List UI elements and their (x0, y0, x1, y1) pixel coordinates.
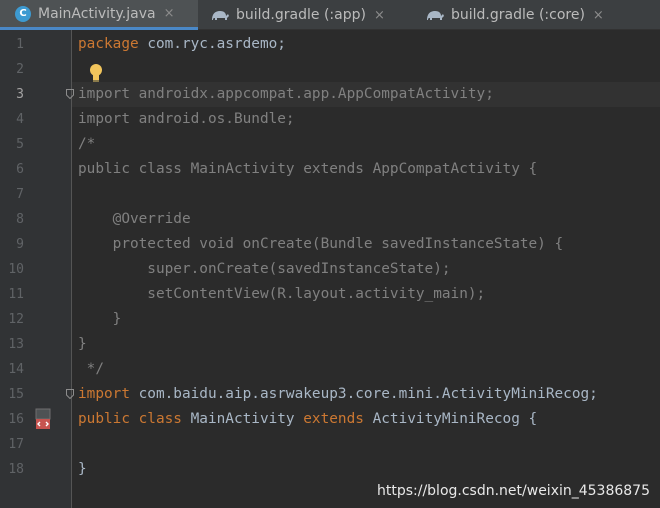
keyword-token: import (78, 386, 130, 402)
line-number: 6 (16, 162, 24, 177)
code-line: 14 */ (0, 357, 660, 382)
tab-label: MainActivity.java (38, 5, 156, 22)
code-line: 2 (0, 57, 660, 82)
code-text: public class MainActivity extends AppCom… (78, 161, 538, 177)
code-line: 3 import androidx.appcompat.app.AppCompa… (0, 82, 660, 107)
code-text: } (78, 336, 87, 352)
code-text: import com.baidu.aip.asrwakeup3.core.min… (78, 382, 598, 407)
tab-label: build.gradle (:core) (451, 7, 585, 23)
editor-tab-bar: C MainActivity.java × build.gradle (:app… (0, 0, 660, 30)
gradle-icon (425, 8, 445, 22)
code-line: 16 public class MainActivity extends Act… (0, 407, 660, 432)
code-text: protected void onCreate(Bundle savedInst… (78, 236, 564, 252)
code-line: 7 (0, 182, 660, 207)
code-text: /* (78, 136, 96, 152)
code-line: 9 protected void onCreate(Bundle savedIn… (0, 232, 660, 257)
line-number: 10 (8, 262, 24, 277)
code-text: package com.ryc.asrdemo; (78, 32, 286, 57)
tab-build-gradle-core[interactable]: build.gradle (:core) × (413, 0, 660, 30)
line-number: 18 (8, 462, 24, 477)
code-line: 18 } (0, 457, 660, 482)
line-number: 11 (8, 287, 24, 302)
code-token: MainActivity (181, 411, 304, 427)
line-number: 8 (16, 212, 24, 227)
code-text: import androidx.appcompat.app.AppCompatA… (78, 86, 494, 102)
code-line: 8 @Override (0, 207, 660, 232)
line-number: 17 (8, 437, 24, 452)
tab-build-gradle-app[interactable]: build.gradle (:app) × (198, 0, 413, 30)
code-line: 1 package com.ryc.asrdemo; (0, 32, 660, 57)
java-class-icon: C (15, 5, 31, 22)
line-number: 1 (16, 37, 24, 52)
line-number: 14 (8, 362, 24, 377)
line-number: 9 (16, 237, 24, 252)
close-icon[interactable]: × (164, 6, 175, 21)
code-line: 6 public class MainActivity extends AppC… (0, 157, 660, 182)
line-number: 5 (16, 137, 24, 152)
line-number: 7 (16, 187, 24, 202)
code-line: 12 } (0, 307, 660, 332)
line-number: 13 (8, 337, 24, 352)
code-text: } (78, 461, 87, 477)
keyword-token: package (78, 36, 139, 52)
code-line: 11 setContentView(R.layout.activity_main… (0, 282, 660, 307)
code-text: } (78, 311, 122, 327)
code-line: 13 } (0, 332, 660, 357)
line-number: 2 (16, 62, 24, 77)
code-text: setContentView(R.layout.activity_main); (78, 286, 486, 302)
watermark: https://blog.csdn.net/weixin_45386875 (376, 483, 650, 499)
line-number: 15 (8, 387, 24, 402)
code-text: */ (78, 361, 104, 377)
tab-main-activity-java[interactable]: C MainActivity.java × (0, 0, 198, 30)
current-line-number: 3 (16, 87, 24, 102)
code-text: import android.os.Bundle; (78, 111, 295, 127)
code-token: com.ryc.asrdemo; (138, 36, 286, 52)
line-number: 12 (8, 312, 24, 327)
close-icon[interactable]: × (593, 8, 604, 23)
line-number: 4 (16, 112, 24, 127)
code-line: 17 (0, 432, 660, 457)
code-text: super.onCreate(savedInstanceState); (78, 261, 451, 277)
close-icon[interactable]: × (374, 8, 385, 23)
keyword-token: public class (78, 411, 182, 427)
code-line: 5 /* (0, 132, 660, 157)
code-text: public class MainActivity extends Activi… (78, 407, 537, 432)
tab-label: build.gradle (:app) (236, 7, 366, 23)
code-line: 10 super.onCreate(savedInstanceState); (0, 257, 660, 282)
code-text: @Override (78, 211, 191, 227)
code-token: com.baidu.aip.asrwakeup3.core.mini.Activ… (129, 386, 598, 402)
keyword-token: extends (303, 411, 364, 427)
code-line: 4 import android.os.Bundle; (0, 107, 660, 132)
code-token: ActivityMiniRecog { (363, 411, 538, 427)
line-number: 16 (8, 412, 24, 427)
code-line: 15 import com.baidu.aip.asrwakeup3.core.… (0, 382, 660, 407)
gradle-icon (210, 8, 230, 22)
